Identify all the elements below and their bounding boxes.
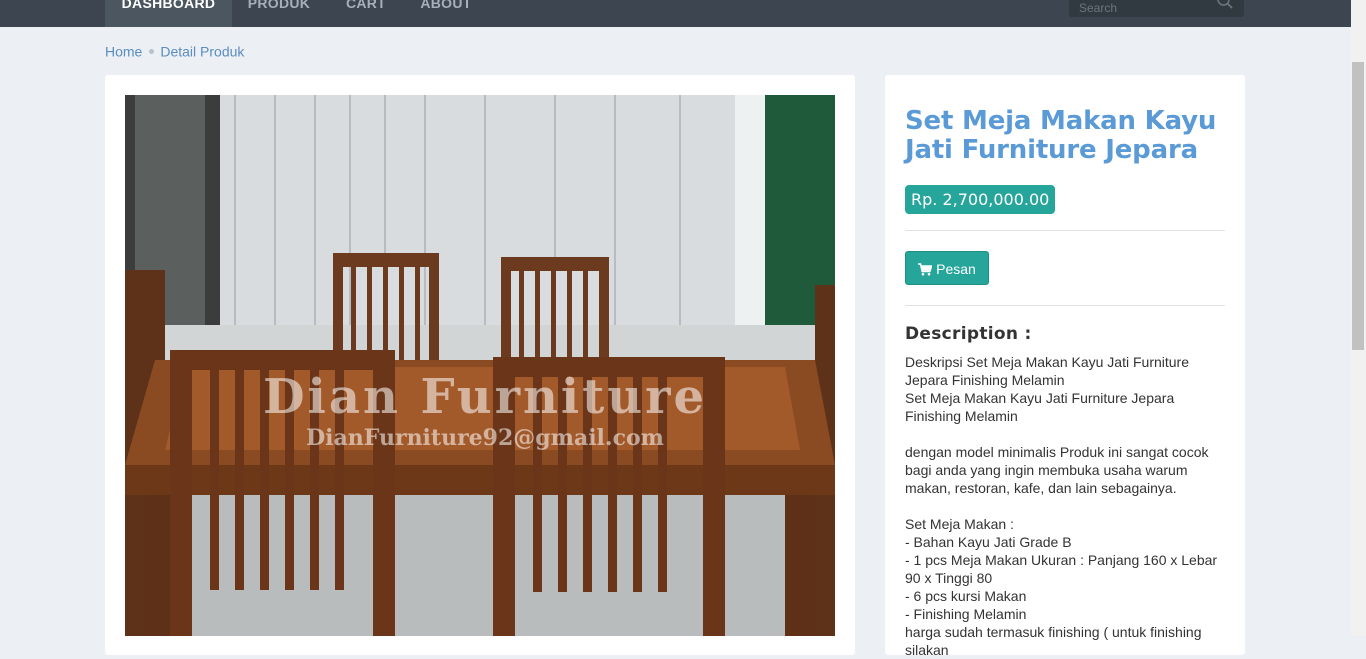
shopping-cart-icon xyxy=(918,263,933,276)
nav-item-cart[interactable]: CART xyxy=(326,0,406,27)
dining-set-illustration: Dian Furniture DianFurniture92@gmail.com xyxy=(125,95,835,636)
breadcrumb-home-link[interactable]: Home xyxy=(105,43,142,59)
divider xyxy=(905,305,1225,306)
breadcrumb: Home Detail Produk xyxy=(105,42,244,60)
search-input[interactable] xyxy=(1069,0,1219,15)
top-navbar: DASHBOARD PRODUK CART ABOUT xyxy=(0,0,1351,27)
description-heading: Description : xyxy=(905,324,1032,344)
divider xyxy=(905,230,1225,231)
product-info-card: Set Meja Makan Kayu Jati Furniture Jepar… xyxy=(885,75,1245,658)
page-scrollbar-thumb[interactable] xyxy=(1352,62,1364,350)
watermark-title: Dian Furniture xyxy=(263,369,707,425)
product-title: Set Meja Makan Kayu Jati Furniture Jepar… xyxy=(905,106,1217,165)
order-button[interactable]: Pesan xyxy=(905,251,989,285)
product-photo: Dian Furniture DianFurniture92@gmail.com xyxy=(125,95,835,636)
nav-item-produk[interactable]: PRODUK xyxy=(232,0,326,27)
nav-item-dashboard[interactable]: DASHBOARD xyxy=(105,0,232,27)
nav-item-about[interactable]: ABOUT xyxy=(406,0,486,27)
breadcrumb-separator xyxy=(149,48,155,54)
description-text: Deskripsi Set Meja Makan Kayu Jati Furni… xyxy=(905,354,1218,658)
watermark-email: DianFurniture92@gmail.com xyxy=(306,425,664,451)
search-icon[interactable] xyxy=(1216,0,1234,10)
price-badge: Rp. 2,700,000.00 xyxy=(905,185,1056,214)
breadcrumb-current-link[interactable]: Detail Produk xyxy=(160,43,244,59)
order-button-label: Pesan xyxy=(936,261,976,277)
product-image-card: Dian Furniture DianFurniture92@gmail.com xyxy=(105,75,855,655)
